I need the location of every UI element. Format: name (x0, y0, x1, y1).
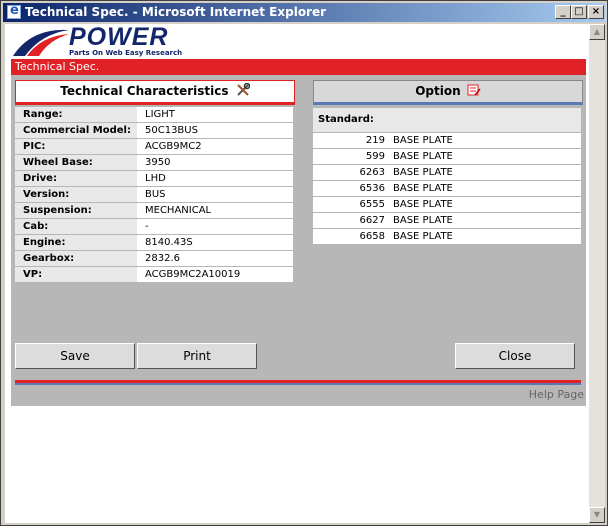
spec-value: 8140.43S (137, 235, 293, 250)
spec-panel: Technical Characteristics Range: LIGHT Com… (11, 75, 586, 384)
footer: Help Page (11, 380, 586, 406)
spec-row: VP: ACGB9MC2A10019 (15, 267, 293, 283)
option-desc: BASE PLATE (393, 231, 453, 242)
spec-row: PIC: ACGB9MC2 (15, 139, 293, 155)
spec-row: Range: LIGHT (15, 107, 293, 123)
power-logo: POWER Parts On Web Easy Research (11, 24, 182, 58)
spec-row: Suspension: MECHANICAL (15, 203, 293, 219)
spec-label: Gearbox: (15, 251, 137, 266)
option-desc: BASE PLATE (393, 167, 453, 178)
maximize-button[interactable]: □ (571, 5, 587, 19)
option-row: 219 BASE PLATE (313, 133, 581, 149)
spec-value: 3950 (137, 155, 293, 170)
option-row: 6536 BASE PLATE (313, 181, 581, 197)
help-page-link[interactable]: Help Page (529, 388, 584, 401)
spec-row: Cab: - (15, 219, 293, 235)
option-table: 219 BASE PLATE 599 BASE PLATE 6263 BASE PLATE… (313, 133, 581, 245)
footer-divider-blue (15, 383, 581, 385)
option-code: 599 (365, 151, 385, 162)
spec-row: Drive: LHD (15, 171, 293, 187)
option-code: 219 (365, 135, 385, 146)
option-row: 599 BASE PLATE (313, 149, 581, 165)
list-edit-icon (467, 84, 481, 96)
spec-value: ACGB9MC2 (137, 139, 293, 154)
save-button[interactable]: Save (15, 343, 135, 369)
button-row: Save Print Close (15, 343, 581, 371)
tools-icon (237, 82, 250, 96)
minimize-button[interactable]: _ (555, 5, 571, 19)
spec-row: Engine: 8140.43S (15, 235, 293, 251)
option-desc: BASE PLATE (393, 215, 453, 226)
window-title: Technical Spec. - Microsoft Internet Exp… (25, 5, 327, 19)
spec-label: Drive: (15, 171, 137, 186)
spec-row: Version: BUS (15, 187, 293, 203)
close-window-button[interactable]: × (588, 5, 604, 19)
option-desc: BASE PLATE (393, 183, 453, 194)
scroll-up-arrow-icon[interactable]: ▲ (589, 24, 605, 40)
spec-row: Wheel Base: 3950 (15, 155, 293, 171)
page-title: Technical Spec. (15, 60, 100, 73)
vertical-scrollbar[interactable]: ▲ ▼ (589, 24, 605, 523)
spec-value: LIGHT (137, 107, 293, 122)
ie-window: Technical Spec. - Microsoft Internet Exp… (0, 0, 608, 526)
close-button[interactable]: Close (455, 343, 575, 369)
option-code: 6263 (359, 167, 385, 178)
title-bar: Technical Spec. - Microsoft Internet Exp… (3, 3, 605, 22)
spec-table: Range: LIGHT Commercial Model: 50C13BUS PIC:… (15, 107, 293, 283)
spec-value: MECHANICAL (137, 203, 293, 218)
logo-brand: POWER (69, 24, 169, 51)
spec-row: Gearbox: 2832.6 (15, 251, 293, 267)
spec-label: Engine: (15, 235, 137, 250)
spec-label: Version: (15, 187, 137, 202)
spec-label: VP: (15, 267, 137, 282)
spec-value: LHD (137, 171, 293, 186)
scroll-down-arrow-icon[interactable]: ▼ (589, 507, 605, 523)
option-heading-label: Option (415, 84, 461, 98)
option-code: 6536 (359, 183, 385, 194)
option-desc: BASE PLATE (393, 199, 453, 210)
swoosh-icon (13, 29, 69, 56)
spec-label: Suspension: (15, 203, 137, 218)
standard-label: Standard: (313, 108, 581, 132)
spec-value: 50C13BUS (137, 123, 293, 138)
page-content: POWER Parts On Web Easy Research Technic… (5, 24, 589, 523)
tech-heading-label: Technical Characteristics (60, 84, 229, 98)
option-row: 6263 BASE PLATE (313, 165, 581, 181)
option-desc: BASE PLATE (393, 135, 453, 146)
option-code: 6658 (359, 231, 385, 242)
spec-label: Wheel Base: (15, 155, 137, 170)
spec-row: Commercial Model: 50C13BUS (15, 123, 293, 139)
spec-label: Cab: (15, 219, 137, 234)
option-row: 6555 BASE PLATE (313, 197, 581, 213)
spec-label: Commercial Model: (15, 123, 137, 138)
spec-value: 2832.6 (137, 251, 293, 266)
tech-characteristics-heading: Technical Characteristics (15, 80, 295, 105)
spec-value: ACGB9MC2A10019 (137, 267, 293, 282)
option-row: 6658 BASE PLATE (313, 229, 581, 245)
spec-value: BUS (137, 187, 293, 202)
option-desc: BASE PLATE (393, 151, 453, 162)
option-heading: Option (313, 80, 583, 105)
option-code: 6627 (359, 215, 385, 226)
logo-tagline: Parts On Web Easy Research (69, 49, 183, 57)
page-header: Technical Spec. (11, 59, 586, 75)
print-button[interactable]: Print (137, 343, 257, 369)
spec-label: PIC: (15, 139, 137, 154)
option-row: 6627 BASE PLATE (313, 213, 581, 229)
option-code: 6555 (359, 199, 385, 210)
spec-label: Range: (15, 107, 137, 122)
spec-value: - (137, 219, 293, 234)
ie-logo-icon (7, 3, 21, 19)
